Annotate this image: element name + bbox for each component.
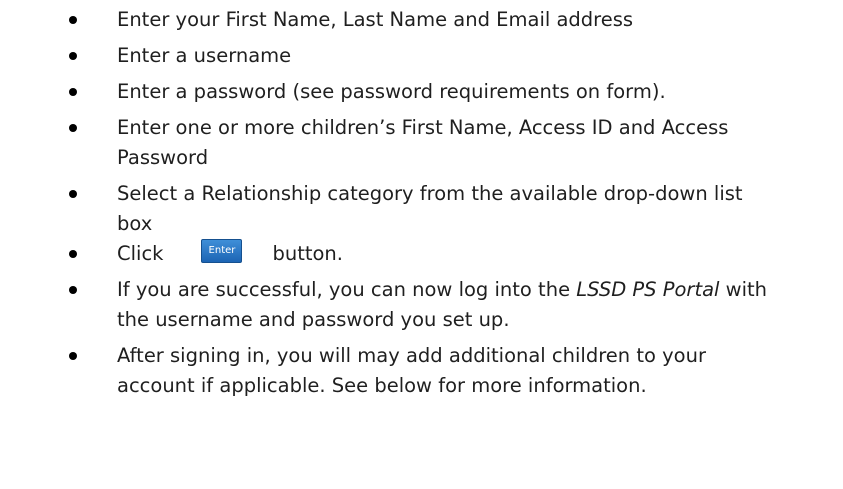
- list-item: Select a Relationship category from the …: [0, 179, 843, 239]
- bullet-icon: [69, 124, 77, 132]
- list-item-text-line1: After signing in, you will may add addit…: [117, 344, 706, 367]
- bullet-icon: [69, 250, 77, 258]
- bullet-icon: [69, 52, 77, 60]
- bullet-icon: [69, 352, 77, 360]
- bullet-icon: [69, 190, 77, 198]
- button-text: button.: [272, 242, 343, 265]
- list-item-text-line1-end: with: [719, 278, 768, 301]
- click-text: Click: [117, 242, 164, 265]
- list-item-text: Enter a username: [117, 44, 292, 67]
- list-item-text: Enter your First Name, Last Name and Ema…: [117, 8, 634, 31]
- list-item: Click Enter button.: [0, 238, 843, 269]
- enter-button[interactable]: Enter: [201, 238, 243, 263]
- instruction-list: Enter your First Name, Last Name and Ema…: [0, 0, 843, 401]
- list-item-text: Enter a password (see password requireme…: [117, 80, 666, 103]
- list-item-text-line1: Select a Relationship category from the …: [117, 182, 743, 205]
- bullet-icon: [69, 16, 77, 24]
- list-item-text-line1: Enter one or more children’s First Name,…: [117, 116, 729, 139]
- list-item-text-line2: account if applicable. See below for mor…: [117, 374, 647, 397]
- portal-name: LSSD PS Portal: [576, 278, 720, 301]
- list-item-text-line2: the username and password you set up.: [117, 308, 510, 331]
- bullet-icon: [69, 286, 77, 294]
- list-item-text-line2: box: [117, 212, 153, 235]
- list-item-text-line2: Password: [117, 146, 209, 169]
- list-item-text-line1-start: If you are successful, you can now log i…: [117, 278, 577, 301]
- list-item: After signing in, you will may add addit…: [0, 341, 843, 401]
- list-item: Enter a password (see password requireme…: [0, 77, 843, 107]
- bullet-icon: [69, 88, 77, 96]
- list-item: Enter one or more children’s First Name,…: [0, 113, 843, 173]
- list-item: Enter your First Name, Last Name and Ema…: [0, 5, 843, 35]
- list-item: Enter a username: [0, 41, 843, 71]
- list-item: If you are successful, you can now log i…: [0, 275, 843, 335]
